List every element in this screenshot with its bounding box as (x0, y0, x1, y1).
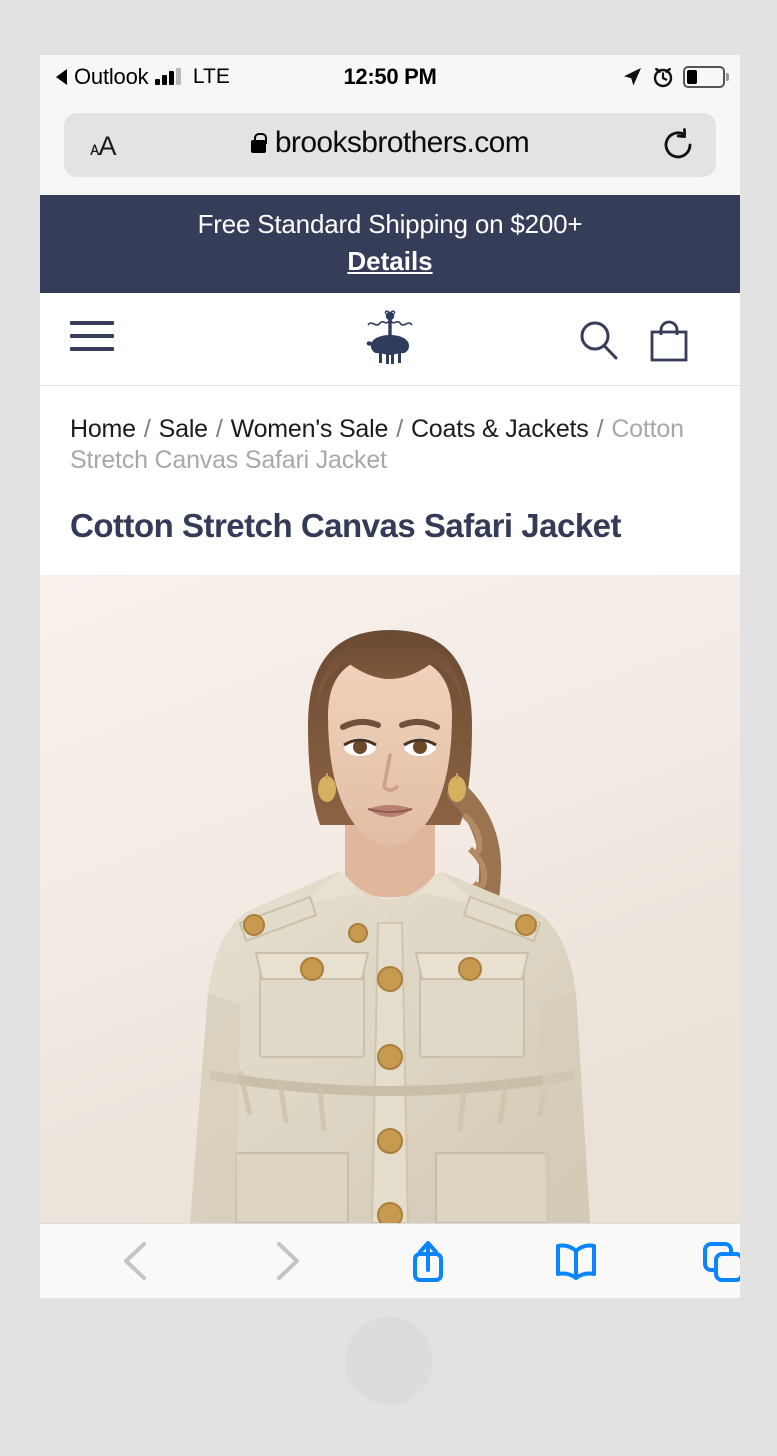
shopping-bag-icon[interactable] (646, 318, 692, 364)
breadcrumb-item-coats-jackets[interactable]: Coats & Jackets (411, 415, 589, 443)
book-icon[interactable] (548, 1238, 604, 1284)
breadcrumb-separator: / (143, 415, 151, 443)
safari-bottom-toolbar (40, 1223, 740, 1298)
reload-icon[interactable] (660, 127, 696, 163)
phone-frame: Outlook LTE 12:50 PM ᴀA brooksbrothers.c… (0, 0, 777, 1456)
battery-low-icon (683, 65, 729, 88)
safari-url-bar-area: ᴀA brooksbrothers.com (40, 103, 740, 195)
promo-banner: Free Standard Shipping on $200+ Details (40, 195, 740, 293)
tabs-icon[interactable] (695, 1238, 740, 1284)
share-icon[interactable] (400, 1238, 456, 1284)
home-button[interactable] (345, 1317, 433, 1405)
search-icon[interactable] (576, 318, 622, 364)
promo-message: Free Standard Shipping on $200+ (197, 209, 583, 239)
chevron-right-icon[interactable] (257, 1238, 313, 1284)
hamburger-menu-icon[interactable] (70, 321, 114, 353)
breadcrumb: Home / Sale / Women's Sale / Coats & Jackets / C… (40, 386, 740, 476)
phone-screen: Outlook LTE 12:50 PM ᴀA brooksbrothers.c… (40, 55, 740, 1298)
breadcrumb-item-home[interactable]: Home (70, 415, 136, 443)
model-photo-illustration (40, 575, 740, 1223)
breadcrumb-separator: / (215, 415, 223, 443)
location-arrow-icon (624, 67, 641, 85)
url-text: brooksbrothers.com (274, 126, 530, 159)
chevron-left-icon[interactable] (110, 1238, 166, 1284)
status-bar-right (621, 65, 729, 88)
breadcrumb-separator: / (596, 415, 604, 443)
ios-status-bar: Outlook LTE 12:50 PM (40, 55, 740, 103)
breadcrumb-item-womens-sale[interactable]: Women's Sale (231, 415, 389, 443)
breadcrumb-item-sale[interactable]: Sale (159, 415, 208, 443)
golden-fleece-logo-icon[interactable] (362, 309, 418, 371)
promo-details-link[interactable]: Details (347, 246, 432, 277)
product-image[interactable]: CHAT (40, 575, 740, 1223)
site-header (40, 293, 740, 386)
breadcrumb-separator: / (396, 415, 403, 443)
page-title: Cotton Stretch Canvas Safari Jacket (70, 507, 622, 545)
url-field[interactable]: ᴀA brooksbrothers.com (64, 113, 716, 177)
lock-icon (250, 133, 267, 153)
url-text-wrapper[interactable]: brooksbrothers.com (64, 126, 716, 160)
alarm-clock-icon (653, 67, 673, 88)
